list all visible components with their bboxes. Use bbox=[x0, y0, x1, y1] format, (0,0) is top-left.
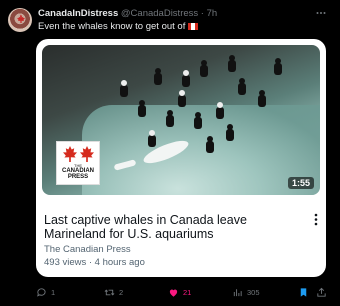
person-figure bbox=[120, 80, 128, 97]
handle[interactable]: @CanadaDistress bbox=[121, 8, 198, 19]
card-more-icon[interactable] bbox=[312, 213, 320, 227]
display-name[interactable]: CanadaInDistress bbox=[38, 8, 118, 19]
person-figure bbox=[182, 70, 190, 87]
person-figure bbox=[238, 78, 246, 95]
card-source[interactable]: The Canadian Press bbox=[44, 244, 131, 255]
reply-count: 1 bbox=[51, 287, 56, 297]
person-figure bbox=[226, 124, 234, 141]
logo-line2: PRESS bbox=[67, 174, 89, 180]
person-figure bbox=[200, 60, 208, 77]
person-figure bbox=[148, 130, 156, 147]
share-icon bbox=[317, 287, 326, 297]
post-text-content: Even the whales know to get out of bbox=[38, 21, 186, 32]
reply-icon bbox=[37, 287, 46, 297]
views-chart-icon bbox=[233, 288, 242, 296]
views-button[interactable]: 305 bbox=[232, 285, 260, 299]
canadian-press-logo: THE CANADIAN PRESS bbox=[56, 141, 100, 185]
person-figure bbox=[166, 110, 174, 127]
post-header: CanadaInDistress @CanadaDistress · 7h bbox=[38, 8, 310, 22]
separator: · bbox=[200, 8, 204, 19]
views-count: 305 bbox=[247, 287, 260, 297]
repost-icon bbox=[104, 289, 115, 295]
person-figure bbox=[274, 58, 282, 75]
link-card[interactable]: THE CANADIAN PRESS 1:55 Last captive wha… bbox=[36, 39, 326, 277]
person-figure bbox=[216, 102, 224, 119]
person-figure bbox=[138, 100, 146, 117]
video-duration: 1:55 bbox=[287, 177, 314, 189]
person-figure bbox=[154, 68, 162, 85]
more-options-icon[interactable] bbox=[314, 7, 328, 21]
heart-icon bbox=[169, 289, 178, 297]
post[interactable]: CanadaInDistress @CanadaDistress · 7h Ev… bbox=[0, 0, 340, 306]
canada-flag-icon bbox=[188, 23, 199, 30]
card-title[interactable]: Last captive whales in Canada leave Mari… bbox=[44, 213, 306, 241]
share-button[interactable] bbox=[316, 285, 327, 299]
like-count: 21 bbox=[183, 287, 192, 297]
bookmark-icon bbox=[300, 287, 307, 297]
avatar[interactable] bbox=[8, 8, 32, 32]
person-figure bbox=[206, 136, 214, 153]
person-figure bbox=[194, 112, 202, 129]
reply-button[interactable]: 1 bbox=[36, 285, 55, 299]
action-bar: 1 2 21 305 bbox=[36, 285, 328, 301]
card-meta: 493 views · 4 hours ago bbox=[44, 257, 145, 268]
person-figure bbox=[258, 90, 266, 107]
timestamp[interactable]: 7h bbox=[207, 8, 218, 19]
maple-leaf-icon bbox=[17, 14, 25, 23]
repost-count: 2 bbox=[119, 287, 124, 297]
post-text: Even the whales know to get out of bbox=[38, 21, 199, 32]
like-button[interactable]: 21 bbox=[168, 285, 191, 299]
repost-button[interactable]: 2 bbox=[104, 285, 123, 299]
bookmark-button[interactable] bbox=[298, 285, 309, 299]
video-thumbnail[interactable]: THE CANADIAN PRESS 1:55 bbox=[42, 45, 320, 195]
person-figure bbox=[178, 90, 186, 107]
person-figure bbox=[228, 55, 236, 72]
